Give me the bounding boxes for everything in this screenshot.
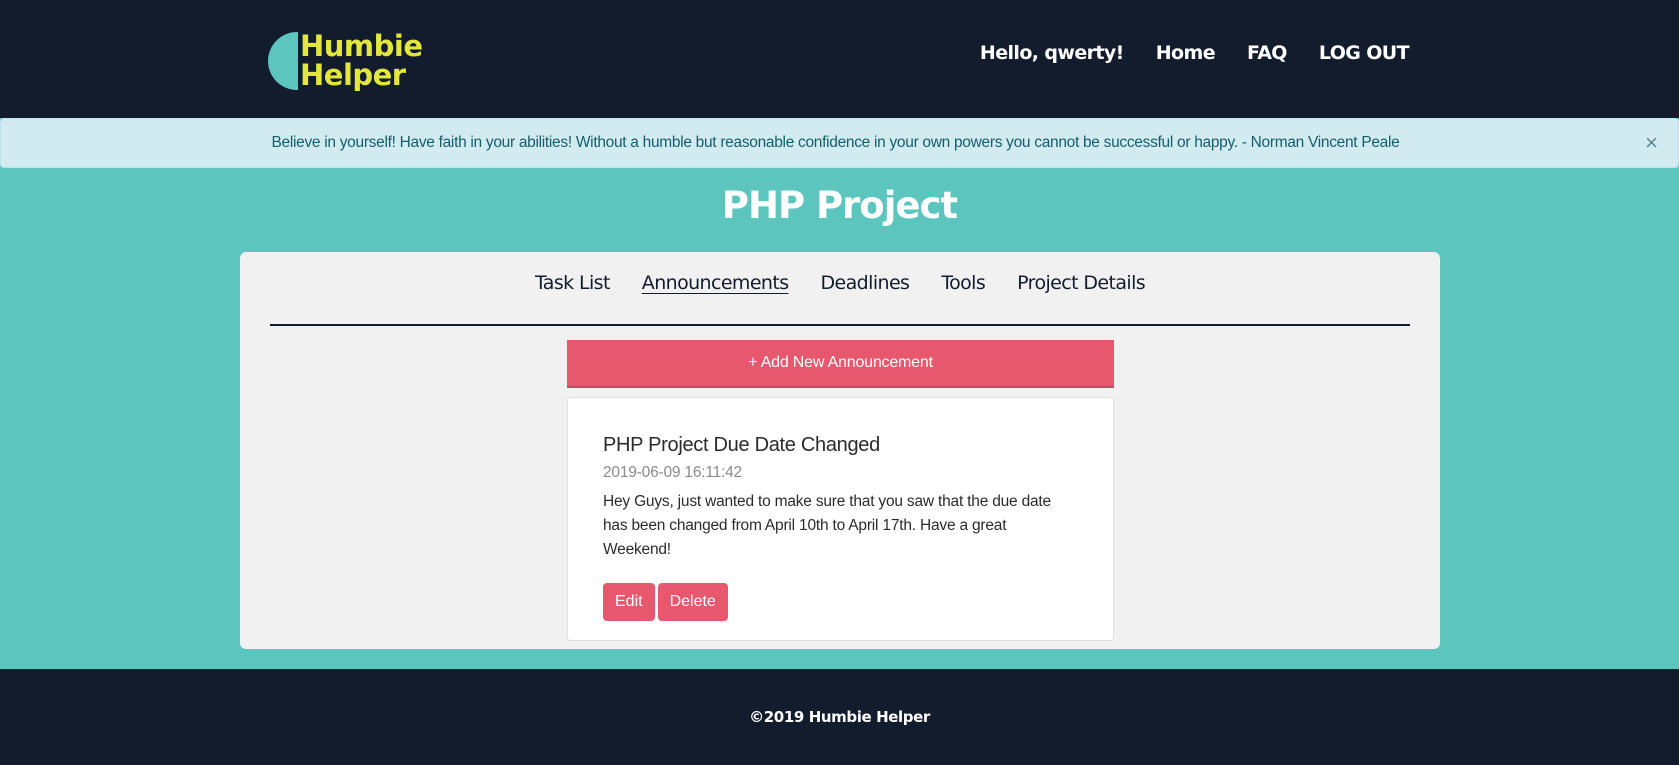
- announcement-title: PHP Project Due Date Changed: [603, 434, 880, 456]
- delete-button[interactable]: Delete: [657, 583, 728, 621]
- close-icon[interactable]: ×: [1645, 131, 1658, 155]
- page-title: PHP Project: [721, 184, 958, 227]
- project-panel: Task List Announcements Deadlines Tools …: [240, 252, 1440, 649]
- announcement-timestamp: 2019-06-09 16:11:42: [603, 464, 742, 481]
- tab-tools[interactable]: Tools: [941, 272, 985, 294]
- edit-button[interactable]: Edit: [603, 583, 655, 621]
- brand-line-2: Helper: [300, 58, 406, 92]
- footer: ©2019 Humbie Helper: [0, 669, 1679, 765]
- nav-home-link[interactable]: Home: [1156, 42, 1216, 64]
- brand-line-1: Humbie: [300, 29, 423, 63]
- nav-faq-link[interactable]: FAQ: [1247, 42, 1287, 64]
- announcement-actions: Edit Delete: [603, 583, 728, 621]
- brand-logo[interactable]: Humbie Helper: [268, 30, 423, 92]
- user-greeting[interactable]: Hello, qwerty!: [980, 42, 1124, 64]
- navbar: Humbie Helper Hello, qwerty! Home FAQ LO…: [0, 0, 1679, 118]
- copyright-text: ©2019 Humbie Helper: [749, 708, 930, 726]
- tab-divider: [270, 324, 1410, 326]
- tab-deadlines[interactable]: Deadlines: [821, 272, 910, 294]
- project-tabs: Task List Announcements Deadlines Tools …: [240, 272, 1440, 294]
- announcement-card: PHP Project Due Date Changed 2019-06-09 …: [567, 397, 1114, 641]
- brand-name: Humbie Helper: [300, 32, 423, 90]
- nav-logout-link[interactable]: LOG OUT: [1319, 42, 1410, 64]
- quote-alert: Believe in yourself! Have faith in your …: [0, 118, 1679, 168]
- announcement-body: Hey Guys, just wanted to make sure that …: [603, 493, 1051, 558]
- quote-text: Believe in yourself! Have faith in your …: [271, 134, 1400, 151]
- tab-announcements[interactable]: Announcements: [642, 272, 789, 294]
- half-circle-logo-icon: [268, 32, 298, 90]
- nav-links: Hello, qwerty! Home FAQ LOG OUT: [980, 42, 1410, 64]
- tab-project-details[interactable]: Project Details: [1017, 272, 1146, 294]
- tab-task-list[interactable]: Task List: [535, 272, 610, 294]
- add-announcement-button[interactable]: + Add New Announcement: [567, 340, 1114, 388]
